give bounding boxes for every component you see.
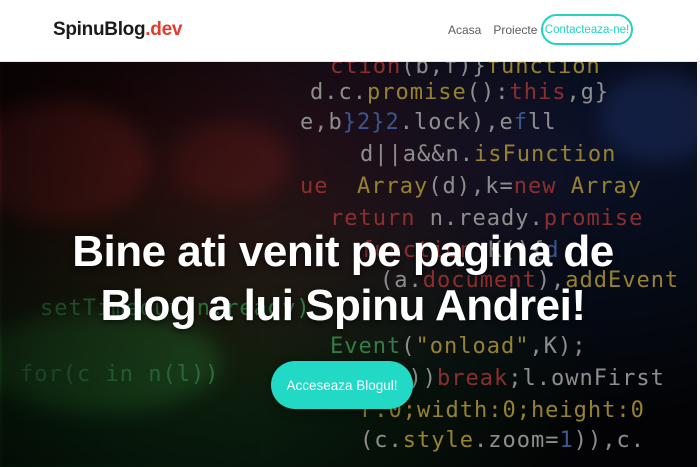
contact-button[interactable]: Contacteaza-ne! [541,14,633,45]
brand-tld: .dev [145,19,183,40]
access-blog-button[interactable]: Acceseaza Blogul! [271,361,413,409]
nav-links: Acasa Proiecte [448,23,537,37]
brand-logo[interactable]: SpinuBlog.dev [53,19,182,41]
hero-title-line-2: Blog a lui Spinu Andrei! [100,281,586,330]
top-navbar: SpinuBlog.dev Acasa Proiecte Contacteaza… [0,0,700,62]
hero-title: Bine ati venit pe pagina de Blog a lui S… [0,225,686,333]
brand-name: SpinuBlog [53,19,146,40]
hero-title-line-1: Bine ati venit pe pagina de [72,227,614,276]
nav-link-proiecte[interactable]: Proiecte [493,23,537,37]
nav-link-acasa[interactable]: Acasa [448,23,481,37]
